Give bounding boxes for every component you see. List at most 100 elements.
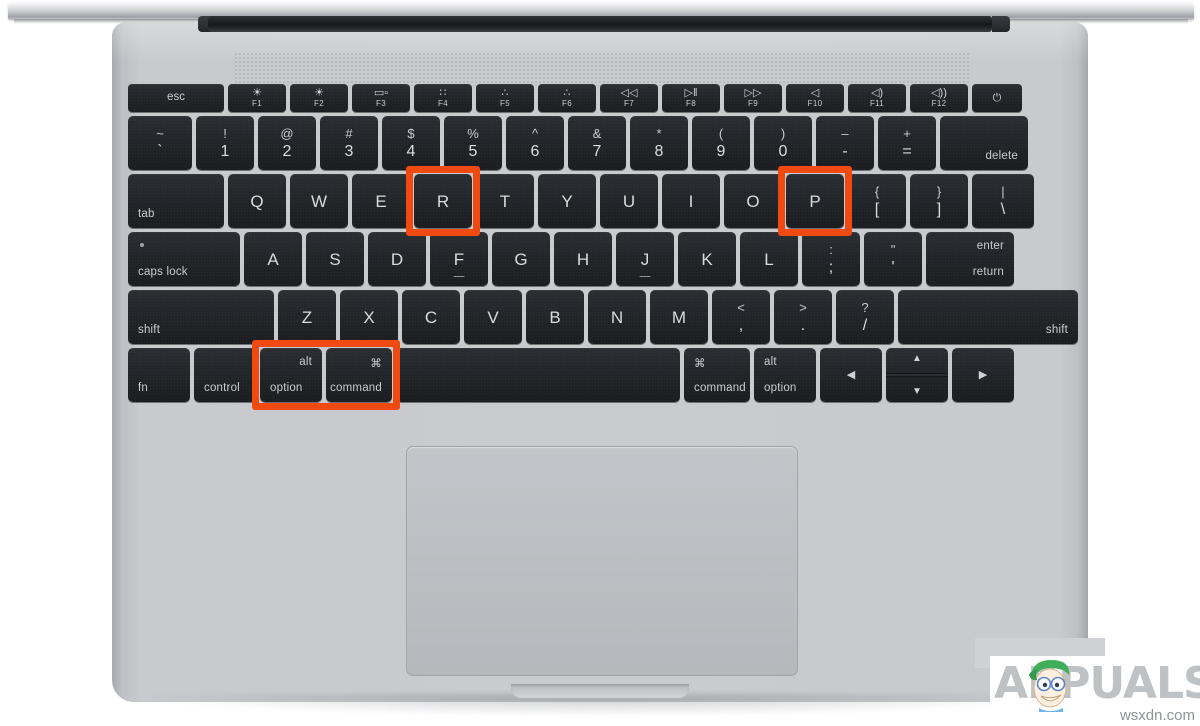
key-slash[interactable]: ? / [836, 290, 894, 344]
key-equals[interactable]: + = [878, 116, 936, 170]
caps-lock-indicator-icon [140, 243, 144, 247]
key-shift-bracket-left: { [874, 183, 880, 199]
key-fn[interactable]: fn [128, 348, 190, 402]
key-label-shift-left: shift [138, 324, 161, 336]
key-esc[interactable]: esc [128, 84, 224, 112]
key-I[interactable]: I [662, 174, 720, 228]
key-minus[interactable]: – - [816, 116, 874, 170]
keyboard-row: esc ☀ F1 ☀ F2 ▭▫ F3 ∷ F4 ∴ F5 ∴ F6 ◁◁ F7 ▷‖ F8 ▷▷ F9 ◁ F10 ◁)… [128, 84, 1022, 112]
key-shift-0: ) [780, 125, 786, 141]
key-E[interactable]: E [352, 174, 410, 228]
key-arrow-up-down[interactable]: ▲ ▼ [886, 348, 948, 402]
key-L[interactable]: L [740, 232, 798, 286]
key-f8[interactable]: ▷‖ F8 [662, 84, 720, 112]
key-f11[interactable]: ◁) F11 [848, 84, 906, 112]
key-F[interactable]: F [430, 232, 488, 286]
key-f1[interactable]: ☀ F1 [228, 84, 286, 112]
key-0[interactable]: ) 0 [754, 116, 812, 170]
key-Y[interactable]: Y [538, 174, 596, 228]
key-4[interactable]: $4 [382, 116, 440, 170]
key-W[interactable]: W [290, 174, 348, 228]
key-8[interactable]: * 8 [630, 116, 688, 170]
key-f3[interactable]: ▭▫ F3 [352, 84, 410, 112]
key-shift-backtick: ~ [156, 125, 164, 141]
key-f2[interactable]: ☀ F2 [290, 84, 348, 112]
key-fn-label-f2: F2 [314, 99, 324, 108]
key-alt-label-option-right: alt [764, 356, 777, 368]
key-arrow-left[interactable]: ◀ [820, 348, 882, 402]
key-shift-right[interactable]: shift [898, 290, 1078, 344]
key-label-Y: Y [561, 191, 573, 211]
key-M[interactable]: M [650, 290, 708, 344]
key-caps-lock[interactable]: caps lock [128, 232, 240, 286]
key-f4[interactable]: ∷ F4 [414, 84, 472, 112]
front-lip-notch [511, 684, 689, 698]
key-command-left[interactable]: ⌘ command [326, 348, 392, 402]
key-control[interactable]: control [194, 348, 256, 402]
key-6[interactable]: ^ 6 [506, 116, 564, 170]
key-9[interactable]: (9 [692, 116, 750, 170]
key-power[interactable]: ⏻ [972, 84, 1022, 112]
key-f7[interactable]: ◁◁ F7 [600, 84, 658, 112]
key-option-right[interactable]: alt option [754, 348, 816, 402]
key-f12[interactable]: ◁)) F12 [910, 84, 968, 112]
key-5[interactable]: % 5 [444, 116, 502, 170]
key-Z[interactable]: Z [278, 290, 336, 344]
key-f5[interactable]: ∴ F5 [476, 84, 534, 112]
key-f9[interactable]: ▷▷ F9 [724, 84, 782, 112]
keyboard: esc ☀ F1 ☀ F2 ▭▫ F3 ∷ F4 ∴ F5 ∴ F6 ◁◁ F7 ▷‖ F8 ▷▷ F9 ◁ F10 ◁)… [128, 84, 1078, 436]
volume-down-icon: ◁) [870, 87, 884, 99]
key-G[interactable]: G [492, 232, 550, 286]
key-f6[interactable]: ∴ F6 [538, 84, 596, 112]
key-V[interactable]: V [464, 290, 522, 344]
key-T[interactable]: T [476, 174, 534, 228]
key-P[interactable]: P [786, 174, 844, 228]
key-shift-left[interactable]: shift [128, 290, 274, 344]
key-bracket-right[interactable]: }] [910, 174, 968, 228]
key-K[interactable]: K [678, 232, 736, 286]
key-semicolon[interactable]: :; [802, 232, 860, 286]
key-Q[interactable]: Q [228, 174, 286, 228]
key-B[interactable]: B [526, 290, 584, 344]
key-space[interactable] [396, 348, 680, 402]
key-J[interactable]: J [616, 232, 674, 286]
key-2[interactable]: @2 [258, 116, 316, 170]
key-label-K: K [701, 249, 713, 269]
key-delete[interactable]: delete [940, 116, 1028, 170]
key-X[interactable]: X [340, 290, 398, 344]
key-U[interactable]: U [600, 174, 658, 228]
key-A[interactable]: A [244, 232, 302, 286]
key-base-7: 7 [592, 142, 602, 160]
key-period[interactable]: >. [774, 290, 832, 344]
key-D[interactable]: D [368, 232, 426, 286]
key-R[interactable]: R [414, 174, 472, 228]
key-arrow-right[interactable]: ▶ [952, 348, 1014, 402]
key-label-V: V [487, 307, 499, 327]
key-7[interactable]: & 7 [568, 116, 626, 170]
key-backtick[interactable]: ~ ` [128, 116, 192, 170]
key-label-fn: fn [138, 382, 148, 394]
key-H[interactable]: H [554, 232, 612, 286]
key-quote[interactable]: " ' [864, 232, 922, 286]
key-comma[interactable]: <, [712, 290, 770, 344]
key-fn-label-f6: F6 [562, 99, 572, 108]
key-1[interactable]: ! 1 [196, 116, 254, 170]
key-command-right[interactable]: ⌘ command [684, 348, 750, 402]
key-bracket-left[interactable]: {[ [848, 174, 906, 228]
key-option-left[interactable]: alt option [260, 348, 322, 402]
key-fn-label-f5: F5 [500, 99, 510, 108]
key-tab[interactable]: tab [128, 174, 224, 228]
key-return[interactable]: enter return [926, 232, 1014, 286]
key-f10[interactable]: ◁ F10 [786, 84, 844, 112]
key-3[interactable]: #3 [320, 116, 378, 170]
rewind-icon: ◁◁ [620, 87, 638, 99]
key-O[interactable]: O [724, 174, 782, 228]
key-C[interactable]: C [402, 290, 460, 344]
key-label-X: X [363, 307, 375, 327]
key-label-control: control [204, 382, 240, 394]
key-S[interactable]: S [306, 232, 364, 286]
key-N[interactable]: N [588, 290, 646, 344]
key-backslash[interactable]: | \ [972, 174, 1034, 228]
trackpad[interactable] [406, 446, 798, 676]
key-shift-9: ( [718, 125, 724, 141]
